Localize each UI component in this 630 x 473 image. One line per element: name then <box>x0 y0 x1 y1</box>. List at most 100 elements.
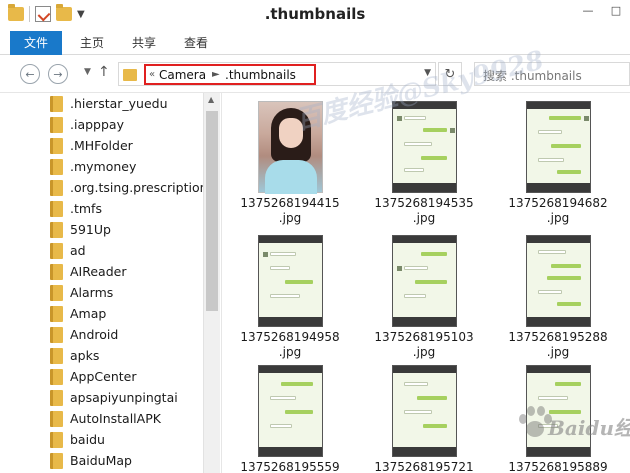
chat-bubble <box>546 276 581 280</box>
sidebar-item-mymoney[interactable]: .mymoney <box>50 156 136 177</box>
file-extension: .jpg <box>278 211 302 225</box>
chat-screenshot-thumbnail <box>391 101 457 193</box>
sidebar-item-tmfs[interactable]: .tmfs <box>50 198 102 219</box>
chat-bubble <box>280 382 313 386</box>
file-item[interactable]: 1375268194535 .jpg <box>358 101 490 226</box>
chat-bubble <box>403 168 424 172</box>
tab-share[interactable]: 共享 <box>122 31 166 55</box>
arrow-left-icon: ← <box>25 67 35 81</box>
sidebar-item-alarms[interactable]: Alarms <box>50 282 113 303</box>
sidebar-item-label: .org.tsing.prescription <box>70 180 208 195</box>
window-title: .thumbnails <box>264 5 366 23</box>
phone-input-bar <box>392 447 456 456</box>
sidebar-item-android[interactable]: Android <box>50 324 118 345</box>
chat-bubble <box>284 410 313 414</box>
tab-file[interactable]: 文件 <box>10 31 62 55</box>
phone-status-bar <box>392 236 456 243</box>
scrollbar-thumb[interactable] <box>206 111 218 311</box>
chat-bubble <box>537 130 562 134</box>
chat-bubble <box>269 252 296 256</box>
file-name: 1375268195559 <box>224 460 356 473</box>
sidebar-item-591up[interactable]: 591Up <box>50 219 111 240</box>
back-button[interactable]: ← <box>20 64 40 84</box>
sidebar-item-iapppay[interactable]: .iapppay <box>50 114 124 135</box>
maximize-button[interactable]: □ <box>602 0 630 20</box>
chat-bubble <box>537 290 562 294</box>
chat-bubble <box>550 144 581 148</box>
sidebar-item-apsapiyunpingtai[interactable]: apsapiyunpingtai <box>50 387 178 408</box>
phone-status-bar <box>526 236 590 243</box>
sidebar-item-label: apks <box>70 348 100 363</box>
file-item[interactable]: 1375268194958 .jpg <box>224 235 356 360</box>
phone-input-bar <box>526 317 590 326</box>
chat-bubble <box>537 250 566 254</box>
sidebar-item-org-tsing-prescription[interactable]: .org.tsing.prescription <box>50 177 208 198</box>
tab-view[interactable]: 查看 <box>174 31 218 55</box>
chat-bubble <box>537 424 558 428</box>
sidebar-item-label: .hierstar_yuedu <box>70 96 168 111</box>
sidebar-item-aireader[interactable]: AIReader <box>50 261 126 282</box>
chat-screenshot-thumbnail <box>525 101 591 193</box>
refresh-icon: ↻ <box>444 66 456 82</box>
file-extension: .jpg <box>546 211 570 225</box>
chat-bubble <box>403 294 426 298</box>
sidebar-item-mhfolder[interactable]: .MHFolder <box>50 135 133 156</box>
address-dropdown-icon[interactable]: ▼ <box>424 68 431 78</box>
recent-locations-dropdown-icon[interactable]: ▼ <box>84 67 91 77</box>
chat-bubble <box>403 116 426 120</box>
search-input[interactable]: 搜索 .thumbnails <box>474 62 630 86</box>
breadcrumb-item-thumbnails[interactable]: .thumbnails <box>225 68 296 82</box>
sidebar-item-appcenter[interactable]: AppCenter <box>50 366 137 387</box>
phone-input-bar <box>392 183 456 192</box>
scroll-up-icon[interactable]: ▲ <box>208 95 214 104</box>
sidebar-item-label: Amap <box>70 306 107 321</box>
sidebar-item-label: .MHFolder <box>70 138 133 153</box>
file-item[interactable]: 1375268194415 .jpg <box>224 101 356 226</box>
chat-avatar <box>449 128 455 133</box>
chat-bubble <box>556 302 581 306</box>
sidebar-item-autoinstallapk[interactable]: AutoInstallAPK <box>50 408 161 429</box>
minimize-button[interactable]: — <box>574 0 602 20</box>
file-name-line: 1375268194415 <box>240 196 340 210</box>
phone-status-bar <box>392 366 456 373</box>
folder-icon <box>50 200 63 217</box>
chat-screenshot-thumbnail <box>391 235 457 327</box>
folder-icon <box>50 221 63 238</box>
breadcrumb-item-camera[interactable]: Camera <box>159 68 206 82</box>
folder-icon <box>50 263 63 280</box>
forward-button[interactable]: → <box>48 64 68 84</box>
sidebar-item-label: ad <box>70 243 86 258</box>
folder-icon <box>50 95 63 112</box>
photo-detail <box>264 160 317 194</box>
chat-bubble <box>537 396 568 400</box>
folder-icon <box>50 137 63 154</box>
navigation-bar: ← → ▼ ↑ « Camera ► .thumbnails ▼ ↻ 搜索 .t… <box>0 55 630 93</box>
file-name-line: 1375268194682 <box>508 196 608 210</box>
file-item[interactable]: 1375268194682 .jpg <box>492 101 624 226</box>
file-name-line: 1375268195288 <box>508 330 608 344</box>
file-item[interactable]: 1375268195288 .jpg <box>492 235 624 360</box>
file-item[interactable]: 1375268195103 .jpg <box>358 235 490 360</box>
file-item[interactable]: 1375268195889 <box>492 365 624 473</box>
sidebar-scrollbar[interactable]: ▲ <box>203 93 220 473</box>
sidebar-item-label: Alarms <box>70 285 114 300</box>
folder-icon <box>50 452 63 469</box>
sidebar-item-ad[interactable]: ad <box>50 240 86 261</box>
breadcrumb-chevron-icon[interactable]: ► <box>212 69 220 80</box>
ribbon-tab-bar: 文件 主页 共享 查看 <box>0 31 630 55</box>
sidebar-item-baidu[interactable]: baidu <box>50 429 105 450</box>
sidebar-item-amap[interactable]: Amap <box>50 303 106 324</box>
sidebar-item-baidumap[interactable]: BaiduMap <box>50 450 132 471</box>
address-bar[interactable]: « Camera ► .thumbnails ▼ <box>118 62 436 86</box>
tab-home[interactable]: 主页 <box>70 31 114 55</box>
chat-bubble <box>269 424 292 428</box>
up-button[interactable]: ↑ <box>98 64 110 80</box>
sidebar-item-apks[interactable]: apks <box>50 345 99 366</box>
file-item[interactable]: 1375268195559 <box>224 365 356 473</box>
chat-avatar <box>583 116 589 121</box>
file-item[interactable]: 1375268195721 <box>358 365 490 473</box>
refresh-button[interactable]: ↻ <box>438 62 462 86</box>
overflow-chevron-icon[interactable]: « <box>149 69 155 80</box>
sidebar-item-hierstar-yuedu[interactable]: .hierstar_yuedu <box>50 93 168 114</box>
chat-bubble <box>416 396 447 400</box>
